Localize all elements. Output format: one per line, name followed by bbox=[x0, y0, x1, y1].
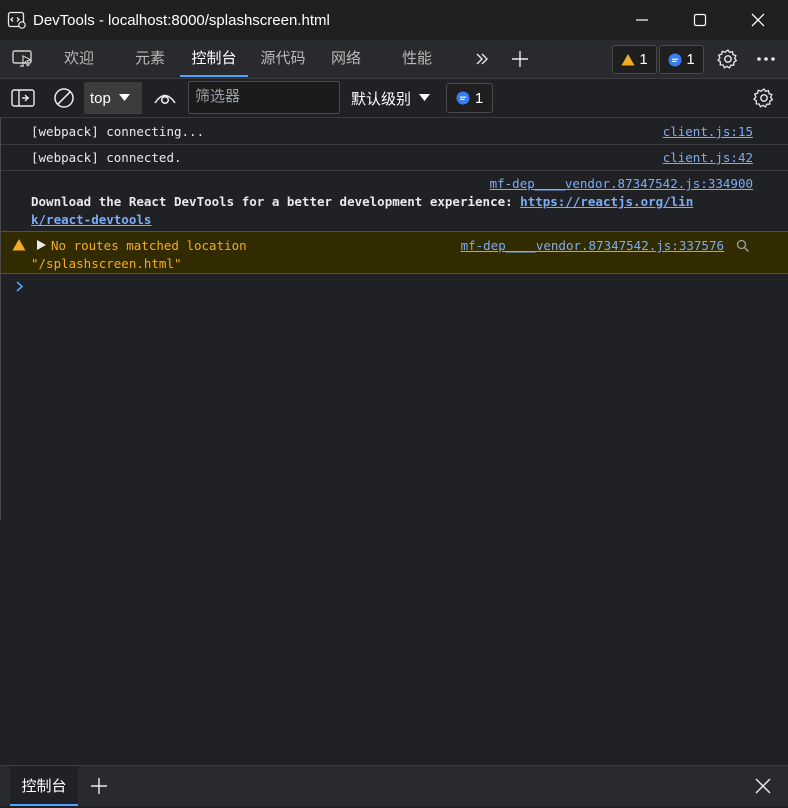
log-level-dropdown[interactable]: 默认级别 bbox=[351, 79, 431, 117]
live-expression-button[interactable] bbox=[153, 86, 177, 110]
console-output: [webpack] connecting... client.js:15 [we… bbox=[0, 118, 788, 765]
close-icon bbox=[755, 778, 771, 794]
warning-icon bbox=[621, 54, 635, 66]
settings-button[interactable] bbox=[716, 47, 740, 71]
warning-icon bbox=[12, 239, 26, 251]
source-link[interactable]: client.js:42 bbox=[663, 150, 753, 165]
toggle-sidebar-button[interactable] bbox=[10, 85, 36, 111]
maximize-icon bbox=[693, 13, 707, 27]
close-icon bbox=[751, 13, 765, 27]
devtools-link[interactable]: https://reactjs.org/lin bbox=[520, 194, 693, 209]
plus-icon bbox=[512, 51, 528, 67]
minimize-button[interactable] bbox=[613, 0, 671, 40]
search-icon[interactable] bbox=[736, 239, 750, 253]
gear-icon bbox=[717, 49, 738, 69]
message-text: Download the React DevTools for a better… bbox=[31, 194, 521, 209]
close-window-button[interactable] bbox=[729, 0, 787, 40]
device-emulation-button[interactable] bbox=[10, 47, 36, 71]
close-drawer-button[interactable] bbox=[751, 774, 775, 798]
warning-text-continued: "/splashscreen.html" bbox=[31, 256, 182, 271]
messages-count-button[interactable]: 1 bbox=[659, 45, 704, 74]
window-title: DevTools - localhost:8000/splashscreen.h… bbox=[33, 11, 330, 29]
tab-sources[interactable]: 源代码 bbox=[258, 40, 308, 78]
divider bbox=[0, 118, 1, 520]
context-value: top bbox=[90, 89, 111, 107]
drawer-tab-console[interactable]: 控制台 bbox=[10, 766, 78, 806]
tab-console[interactable]: 控制台 bbox=[180, 40, 248, 78]
source-link[interactable]: mf-dep____vendor.87347542.js:334900 bbox=[490, 176, 753, 191]
dropdown-triangle-icon bbox=[419, 94, 431, 101]
tab-performance[interactable]: 性能 bbox=[397, 40, 437, 78]
context-selector[interactable]: top bbox=[84, 82, 142, 114]
tab-welcome[interactable]: 欢迎 bbox=[59, 40, 99, 78]
devtools-link-continued[interactable]: k/react-devtools bbox=[31, 212, 151, 227]
more-tabs-button[interactable] bbox=[470, 47, 494, 71]
sidebar-toggle-icon bbox=[11, 89, 35, 107]
clear-block-icon bbox=[54, 88, 74, 108]
clear-console-button[interactable] bbox=[51, 85, 77, 111]
console-message: mf-dep____vendor.87347542.js:334900 Down… bbox=[0, 171, 788, 230]
console-message: [webpack] connecting... client.js:15 bbox=[0, 118, 788, 145]
eye-icon bbox=[154, 94, 176, 105]
message-icon bbox=[668, 53, 682, 66]
source-link[interactable]: client.js:15 bbox=[663, 124, 753, 139]
more-horizontal-icon bbox=[757, 57, 775, 61]
console-message: [webpack] connected. client.js:42 bbox=[0, 145, 788, 171]
warnings-count: 1 bbox=[639, 51, 648, 68]
source-link[interactable]: mf-dep____vendor.87347542.js:337576 bbox=[461, 238, 724, 253]
maximize-button[interactable] bbox=[671, 0, 729, 40]
minimize-icon bbox=[636, 19, 648, 21]
devtools-app-icon bbox=[7, 11, 26, 29]
messages-count: 1 bbox=[686, 51, 695, 68]
message-text: [webpack] connecting... bbox=[31, 124, 205, 139]
issues-count: 1 bbox=[474, 89, 484, 107]
plus-icon bbox=[91, 778, 107, 794]
filter-field[interactable] bbox=[188, 81, 340, 114]
drawer-bar: 控制台 bbox=[0, 765, 788, 806]
console-toolbar: top 默认级别 1 bbox=[0, 79, 788, 118]
log-level-label: 默认级别 bbox=[351, 90, 412, 108]
message-text: [webpack] connected. bbox=[31, 150, 182, 165]
gear-icon bbox=[753, 88, 774, 108]
double-chevron-right-icon bbox=[476, 53, 488, 65]
warnings-count-button[interactable]: 1 bbox=[612, 45, 657, 74]
warning-text: No routes matched location bbox=[51, 238, 247, 253]
console-prompt[interactable] bbox=[0, 276, 788, 298]
filter-input[interactable] bbox=[195, 88, 335, 105]
expand-triangle-icon[interactable] bbox=[37, 240, 46, 250]
message-icon bbox=[456, 91, 470, 105]
title-bar: DevTools - localhost:8000/splashscreen.h… bbox=[0, 0, 788, 40]
more-options-button[interactable] bbox=[754, 47, 778, 71]
tab-elements[interactable]: 元素 bbox=[130, 40, 170, 78]
dropdown-triangle-icon bbox=[118, 94, 130, 101]
console-warning: No routes matched location "/splashscree… bbox=[0, 231, 788, 274]
console-settings-button[interactable] bbox=[751, 85, 777, 111]
tab-network[interactable]: 网络 bbox=[326, 40, 366, 78]
main-tab-bar: 欢迎 元素 控制台 源代码 网络 性能 1 1 bbox=[0, 40, 788, 79]
prompt-chevron-icon bbox=[16, 281, 24, 292]
device-toggle-icon bbox=[12, 50, 33, 67]
issues-count-button[interactable]: 1 bbox=[446, 83, 493, 113]
drawer-add-tab-button[interactable] bbox=[87, 774, 111, 798]
add-tab-button[interactable] bbox=[508, 47, 532, 71]
